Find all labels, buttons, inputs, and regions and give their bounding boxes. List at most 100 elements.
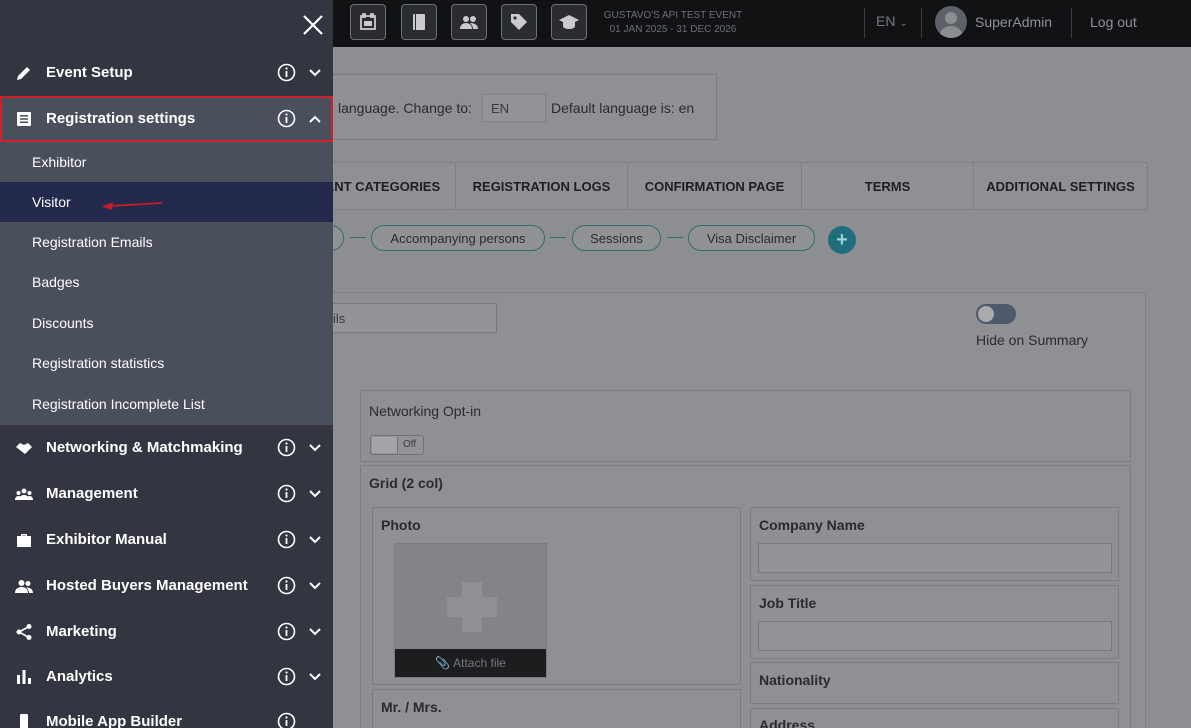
info-icon[interactable]	[277, 712, 296, 728]
sidebar-item-label: Management	[46, 485, 138, 502]
calendar-button[interactable]	[350, 4, 386, 40]
chevron-up-icon[interactable]	[308, 112, 322, 126]
sidebar-subitem-registration-incomplete-list[interactable]: Registration Incomplete List	[0, 384, 333, 424]
sidebar-item-management[interactable]: Management	[0, 471, 333, 517]
username[interactable]: SuperAdmin	[975, 14, 1052, 30]
info-icon[interactable]	[277, 109, 296, 128]
company-name-label: Company Name	[759, 517, 865, 533]
language-select[interactable]: EN ⌄	[876, 13, 908, 29]
sidebar-subitem-exhibitor[interactable]: Exhibitor	[0, 142, 333, 182]
chevron-down-icon[interactable]	[308, 670, 322, 684]
avatar[interactable]	[935, 6, 967, 38]
sidebar-item-label: Registration settings	[46, 110, 196, 127]
graduation-cap-icon	[559, 15, 579, 29]
sidebar-subitem-registration-statistics[interactable]: Registration statistics	[0, 343, 333, 383]
hide-on-summary-toggle[interactable]	[976, 304, 1016, 324]
education-button[interactable]	[551, 4, 587, 40]
add-step-button[interactable]: +	[828, 226, 856, 254]
info-icon[interactable]	[277, 576, 296, 595]
sidebar-subitem-discounts[interactable]: Discounts	[0, 303, 333, 343]
tab-terms[interactable]: TERMS	[802, 162, 974, 210]
sidebar-item-label: Hosted Buyers Management	[46, 577, 248, 594]
sidebar-subitem-label: Registration Incomplete List	[32, 396, 205, 412]
job-title-label: Job Title	[759, 595, 817, 611]
sidebar-subitem-label: Visitor	[32, 194, 71, 210]
sidebar-item-registration-settings[interactable]: Registration settings	[0, 96, 333, 142]
sidebar-subitem-label: Badges	[32, 274, 80, 290]
job-title-input[interactable]	[758, 621, 1112, 651]
separator	[864, 8, 865, 38]
sidebar-subitem-label: Registration statistics	[32, 355, 165, 371]
sidebar-item-analytics[interactable]: Analytics	[0, 654, 333, 700]
arrow-annotation-icon	[102, 202, 163, 210]
sidebar-item-label: Exhibitor Manual	[46, 531, 167, 548]
chevron-down-icon[interactable]	[308, 533, 322, 547]
sidebar-item-mobile-app-builder[interactable]: Mobile App Builder	[0, 699, 333, 728]
step-sessions[interactable]: Sessions	[572, 225, 661, 251]
separator	[1071, 8, 1072, 38]
chevron-down-icon[interactable]	[308, 441, 322, 455]
sidebar-item-event-setup[interactable]: Event Setup	[0, 50, 333, 96]
switch-off-label: Off	[403, 439, 417, 450]
close-sidebar-button[interactable]	[300, 12, 326, 38]
sidebar-item-marketing[interactable]: Marketing	[0, 609, 333, 655]
info-icon[interactable]	[277, 530, 296, 549]
chevron-down-icon[interactable]	[308, 625, 322, 639]
sidebar-item-networking-matchmaking[interactable]: Networking & Matchmaking	[0, 425, 333, 471]
info-icon[interactable]	[277, 667, 296, 686]
tab-additional-settings[interactable]: ADDITIONAL SETTINGS	[974, 162, 1148, 210]
registration-settings-submenu: Exhibitor Visitor Registration Emails Ba…	[0, 142, 333, 425]
mobile-icon	[15, 713, 33, 728]
tag-button[interactable]	[501, 4, 537, 40]
info-icon[interactable]	[277, 63, 296, 82]
paperclip-icon: 📎	[435, 656, 451, 670]
title-label: Mr. / Mrs.	[381, 699, 442, 715]
info-icon[interactable]	[277, 484, 296, 503]
attach-file-label: Attach file	[453, 656, 506, 670]
event-title: GUSTAVO'S API TEST EVENT 01 JAN 2025 - 3…	[596, 9, 750, 37]
users-button[interactable]	[451, 4, 487, 40]
users-icon	[460, 16, 478, 29]
step-visa-disclaimer[interactable]: Visa Disclaimer	[688, 225, 815, 251]
chevron-down-icon[interactable]	[308, 487, 322, 501]
networking-optin-switch[interactable]: Off	[370, 435, 424, 455]
event-dates: 01 JAN 2025 - 31 DEC 2026	[609, 24, 737, 35]
nationality-label: Nationality	[759, 672, 831, 688]
language-value: EN	[876, 13, 896, 29]
book-icon	[413, 14, 425, 30]
share-icon	[15, 623, 33, 641]
company-name-input[interactable]	[758, 543, 1112, 573]
chevron-down-icon[interactable]	[308, 66, 322, 80]
sidebar-subitem-badges[interactable]: Badges	[0, 262, 333, 302]
book-button[interactable]	[401, 4, 437, 40]
photo-label: Photo	[381, 517, 421, 533]
sidebar-subitem-visitor[interactable]: Visitor	[0, 182, 333, 222]
photo-upload[interactable]: 📎 Attach file	[394, 543, 547, 678]
chevron-down-icon: ⌄	[899, 18, 908, 29]
sidebar-item-hosted-buyers-management[interactable]: Hosted Buyers Management	[0, 563, 333, 609]
step-connector	[667, 237, 683, 238]
people-group-icon	[15, 485, 33, 503]
tabs-bar: ANT CATEGORIES REGISTRATION LOGS CONFIRM…	[310, 162, 1148, 210]
sidebar-item-label: Event Setup	[46, 64, 133, 81]
calendar-icon	[360, 13, 376, 30]
pencil-icon	[15, 64, 33, 82]
info-icon[interactable]	[277, 622, 296, 641]
details-input[interactable]: ils	[330, 303, 497, 333]
sidebar-subitem-registration-emails[interactable]: Registration Emails	[0, 222, 333, 262]
chevron-down-icon[interactable]	[308, 579, 322, 593]
language-change-text: language. Change to:	[338, 100, 472, 116]
sidebar-item-label: Networking & Matchmaking	[46, 439, 243, 456]
step-accompanying-persons[interactable]: Accompanying persons	[371, 225, 545, 251]
tag-icon	[511, 14, 527, 30]
step-connector	[550, 237, 566, 238]
attach-file-button[interactable]: 📎 Attach file	[395, 649, 546, 677]
info-icon[interactable]	[277, 438, 296, 457]
sidebar-item-label: Marketing	[46, 623, 117, 640]
language-input[interactable]: EN	[482, 94, 546, 122]
sidebar-item-exhibitor-manual[interactable]: Exhibitor Manual	[0, 517, 333, 563]
logout-link[interactable]: Log out	[1090, 14, 1137, 30]
tab-confirmation-page[interactable]: CONFIRMATION PAGE	[628, 162, 802, 210]
list-icon	[15, 110, 33, 128]
tab-registration-logs[interactable]: REGISTRATION LOGS	[456, 162, 628, 210]
